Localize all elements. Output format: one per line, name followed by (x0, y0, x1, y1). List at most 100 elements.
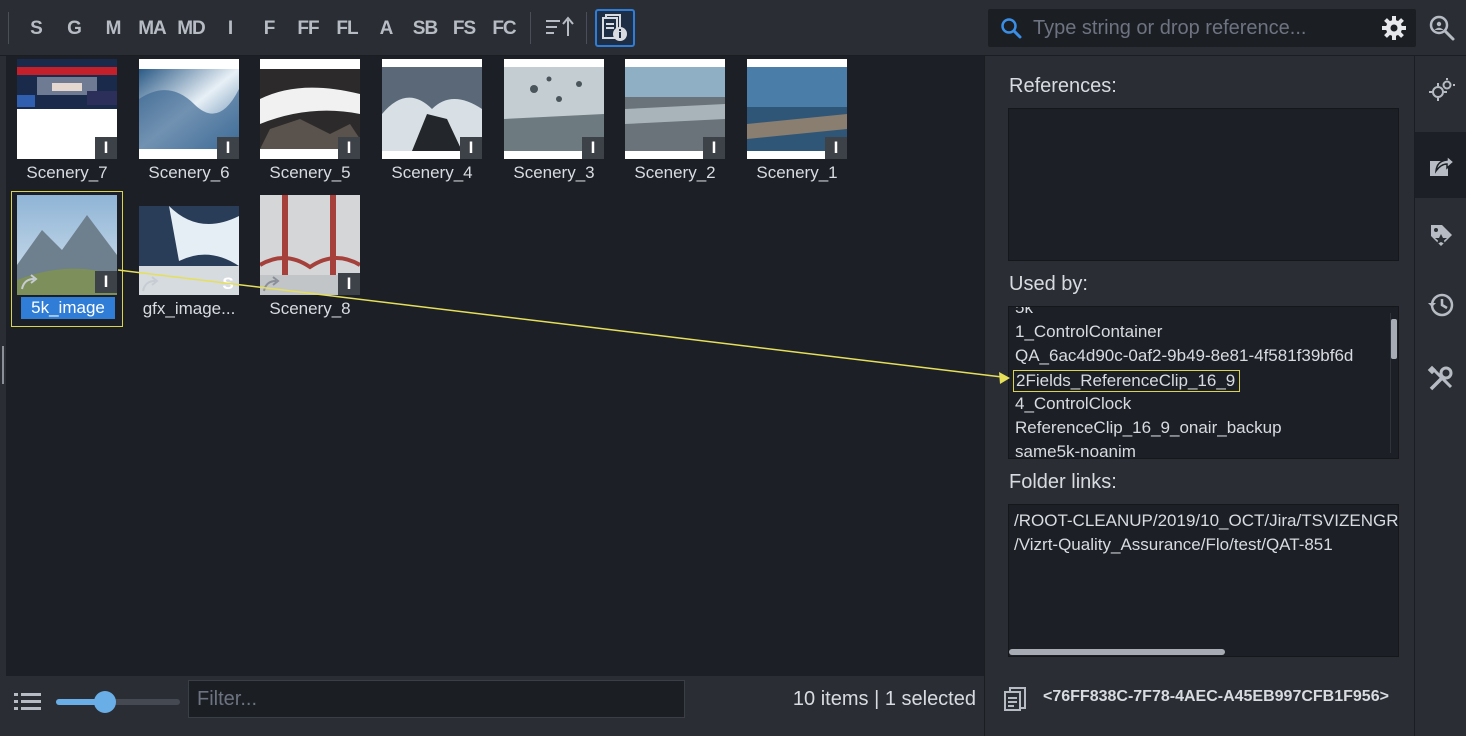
asset-tile[interactable]: I Scenery_7 (6, 56, 128, 190)
filter-box (188, 680, 685, 718)
used-by-title: Used by: (1009, 273, 1088, 295)
toolbar-separator (8, 12, 9, 44)
properties-gear-tab[interactable] (1415, 58, 1466, 124)
asset-type-badge: I (338, 137, 360, 159)
scrollbar-thumb[interactable] (1009, 649, 1225, 655)
folder-link-item[interactable]: /ROOT-CLEANUP/2019/10_OCT/Jira/TSVIZENGR (1014, 511, 1398, 531)
type-filter-button[interactable]: S (25, 16, 47, 42)
folder-link-item[interactable]: /Vizrt-Quality_Assurance/Flo/test/QAT-85… (1014, 535, 1333, 555)
asset-type-badge: I (582, 137, 604, 159)
type-filter-button[interactable]: G (63, 16, 85, 42)
references-tab[interactable] (1415, 132, 1466, 198)
asset-name: 5k_image (12, 297, 124, 319)
type-filter-button[interactable]: SB (408, 16, 442, 42)
asset-name: Scenery_3 (513, 163, 595, 182)
references-title: References: (1009, 75, 1117, 97)
asset-type-badge: I (825, 137, 847, 159)
share-arrow-icon (1430, 154, 1455, 176)
type-filter-button[interactable]: MA (135, 16, 169, 42)
asset-type-badge: I (460, 137, 482, 159)
tag-icon (1431, 225, 1452, 246)
copy-uuid-icon[interactable] (1003, 686, 1027, 712)
type-filter-button[interactable]: FF (291, 16, 325, 42)
folder-links-list: /Vizrt-Quality_Assurance/Flo/test/QAT-85… (1008, 504, 1399, 657)
asset-tile[interactable]: I Scenery_3 (493, 56, 615, 190)
asset-tile[interactable]: S gfx_image... (128, 192, 250, 326)
splitter-grip[interactable] (2, 346, 4, 384)
info-panel-toggle-button[interactable] (595, 9, 635, 47)
asset-tile[interactable]: I Scenery_1 (736, 56, 858, 190)
sort-icon (546, 16, 574, 36)
references-list (1008, 108, 1399, 261)
asset-type-badge: I (95, 137, 117, 159)
type-filter-button[interactable]: I (219, 16, 241, 42)
history-icon (1428, 293, 1454, 317)
advanced-search-button[interactable] (1428, 14, 1456, 42)
asset-tile[interactable]: I Scenery_6 (128, 56, 250, 190)
thumbnail-size-slider[interactable] (56, 690, 180, 714)
asset-tile-selected[interactable]: I 5k_image (11, 191, 123, 327)
asset-uuid: <76FF838C-7F78-4AEC-A45EB997CFB1F956> (1043, 688, 1389, 705)
document-info-icon (602, 14, 627, 41)
scrollbar-thumb[interactable] (1391, 319, 1397, 359)
used-by-item[interactable]: QA_6ac4d90c-0af2-9b49-8e81-4f581f39bf6d (1015, 346, 1353, 366)
toolbar-separator (530, 12, 531, 44)
link-arrow-icon (263, 276, 280, 292)
asset-type-badge: I (703, 137, 725, 159)
folder-links-title: Folder links: (1009, 471, 1117, 493)
item-count-status: 10 items | 1 selected (792, 688, 976, 710)
tags-tab[interactable] (1415, 202, 1466, 268)
used-by-item[interactable]: same5k-noanim (1015, 442, 1136, 458)
asset-name: Scenery_6 (148, 163, 230, 182)
top-toolbar: S G M MA MD I F FF FL A SB FS FC (0, 0, 1466, 56)
link-arrow-icon (21, 274, 38, 290)
used-by-item-highlighted[interactable]: 2Fields_ReferenceClip_16_9 (1013, 370, 1241, 392)
bottom-bar: 10 items | 1 selected (0, 676, 984, 736)
tools-icon (1427, 365, 1453, 391)
type-filter-button[interactable]: M (102, 16, 124, 42)
asset-name: Scenery_2 (634, 163, 716, 182)
used-by-scrollbar[interactable] (1390, 313, 1397, 453)
link-arrow-icon (142, 276, 159, 292)
filter-input[interactable] (189, 681, 684, 717)
asset-name: gfx_image... (142, 299, 236, 318)
asset-name: Scenery_8 (269, 299, 351, 318)
asset-tile[interactable]: I Scenery_8 (249, 192, 371, 326)
asset-name: Scenery_5 (269, 163, 351, 182)
type-filter-button[interactable]: F (258, 16, 280, 42)
folder-links-scrollbar[interactable] (1009, 648, 1398, 656)
search-settings-gear-icon[interactable] (1381, 15, 1407, 41)
used-by-item[interactable]: 5k (1015, 307, 1033, 318)
type-filter-button[interactable]: FS (447, 16, 481, 42)
asset-tile[interactable]: I Scenery_2 (614, 56, 736, 190)
asset-type-badge: I (217, 137, 239, 159)
type-filter-button[interactable]: A (375, 16, 397, 42)
list-view-button[interactable] (14, 690, 42, 714)
slider-knob[interactable] (94, 691, 116, 713)
asset-tile[interactable]: I Scenery_4 (371, 56, 493, 190)
asset-grid: I Scenery_7 I Scenery_6 I Scenery_5 I Sc… (6, 56, 984, 676)
type-filter-button[interactable]: FL (330, 16, 364, 42)
asset-type-badge: I (95, 271, 117, 293)
sort-button[interactable] (544, 14, 576, 42)
asset-name: Scenery_7 (26, 163, 108, 182)
used-by-list: same5k-noanim ReferenceClip_16_9_onair_ba… (1008, 306, 1399, 459)
search-input[interactable] (1033, 15, 1363, 41)
asset-name: Scenery_1 (756, 163, 838, 182)
used-by-item[interactable]: 1_ControlContainer (1015, 322, 1162, 342)
type-filter-button[interactable]: MD (174, 16, 208, 42)
list-icon (14, 693, 41, 710)
asset-type-badge: I (338, 273, 360, 295)
used-by-item[interactable]: ReferenceClip_16_9_onair_backup (1015, 418, 1282, 438)
search-icon (1001, 18, 1022, 39)
search-people-icon (1429, 15, 1455, 41)
side-tab-strip (1414, 56, 1466, 736)
used-by-item[interactable]: 4_ControlClock (1015, 394, 1131, 414)
type-filter-button[interactable]: FC (487, 16, 521, 42)
asset-tile[interactable]: I Scenery_5 (249, 56, 371, 190)
tools-tab[interactable] (1415, 346, 1466, 412)
history-tab[interactable] (1415, 272, 1466, 338)
asset-type-badge: S (222, 274, 234, 293)
search-box (988, 9, 1416, 47)
info-panel: References: Used by: same5k-noanim Refere… (984, 56, 1414, 736)
